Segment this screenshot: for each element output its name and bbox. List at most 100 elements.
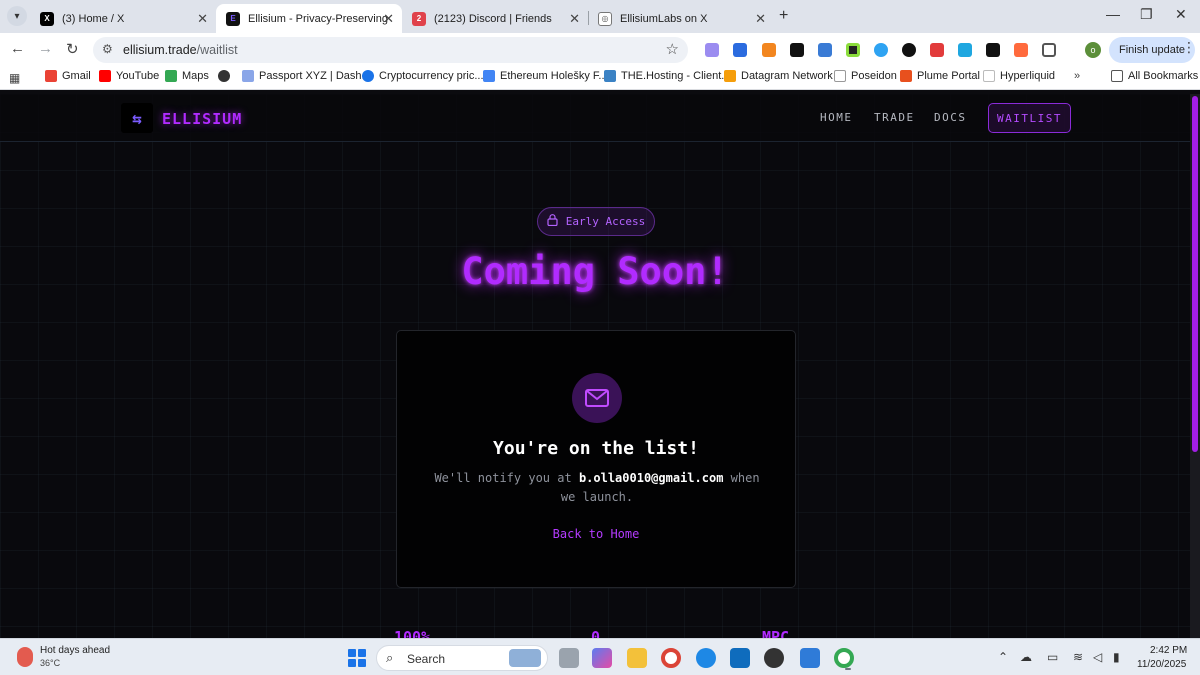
ellisium-logo-icon[interactable]: ⇆: [121, 103, 153, 133]
tab-search-button[interactable]: ▾: [7, 6, 27, 26]
extension-icon[interactable]: [958, 43, 972, 57]
close-tab-icon[interactable]: ✕: [755, 11, 766, 27]
chrome-menu-icon[interactable]: ⋮: [1182, 39, 1196, 56]
close-tab-icon[interactable]: ✕: [383, 11, 394, 27]
bookmark-youtube[interactable]: YouTube: [99, 70, 159, 82]
media-player-icon[interactable]: [764, 648, 784, 668]
windows-start-icon[interactable]: [348, 649, 366, 667]
reload-icon[interactable]: ↻: [66, 40, 79, 58]
search-label: Search: [407, 652, 446, 666]
cloud-sync-icon[interactable]: ☁: [1020, 650, 1032, 664]
extension-icon[interactable]: [846, 43, 860, 57]
copilot-icon[interactable]: [592, 648, 612, 668]
passport-icon: [242, 70, 254, 82]
bookmark-label: Gmail: [62, 70, 91, 82]
extensions-puzzle-icon[interactable]: [1042, 43, 1056, 57]
nav-home-link[interactable]: HOME: [820, 111, 853, 124]
close-window-icon[interactable]: ✕: [1175, 6, 1187, 23]
bookmarks-bar: ▦ Gmail YouTube Maps Passport XYZ | Dash…: [0, 66, 1200, 90]
extension-icon[interactable]: [818, 43, 832, 57]
minimize-icon[interactable]: —: [1106, 6, 1120, 22]
card-title: You're on the list!: [493, 438, 699, 459]
weather-temperature[interactable]: 36°C: [40, 658, 60, 668]
file-explorer-icon[interactable]: [627, 648, 647, 668]
user-email: b.olla0010@gmail.com: [578, 471, 724, 485]
tab-ellisium[interactable]: E Ellisium - Privacy-Preserving Da ✕: [216, 4, 402, 33]
extension-icon[interactable]: [1014, 43, 1028, 57]
display-icon[interactable]: ▭: [1047, 650, 1058, 664]
bookmark-hyperliquid[interactable]: Hyperliquid: [983, 70, 1055, 82]
task-view-icon[interactable]: [559, 648, 579, 668]
notepad-icon[interactable]: [800, 648, 820, 668]
show-hidden-icons-icon[interactable]: ⌃: [998, 650, 1008, 664]
bookmark-poseidon[interactable]: Poseidon: [834, 70, 897, 82]
taskbar-search[interactable]: ⌕ Search: [376, 645, 548, 671]
scrollbar-thumb[interactable]: [1192, 96, 1198, 452]
back-to-home-link[interactable]: Back to Home: [397, 527, 795, 541]
forward-icon[interactable]: →: [38, 40, 53, 57]
bookmark-maps[interactable]: Maps: [165, 70, 209, 82]
extension-icon[interactable]: [986, 43, 1000, 57]
extension-icon[interactable]: [733, 43, 747, 57]
bookmark-label: Hyperliquid: [1000, 70, 1056, 82]
site-header: ⇆ ELLISIUM HOME TRADE DOCS WAITLIST: [0, 94, 1190, 142]
address-bar[interactable]: ⚙ ellisium.trade/waitlist ☆: [93, 37, 688, 63]
bookmark-gmail[interactable]: Gmail: [45, 70, 91, 82]
edge-icon[interactable]: [696, 648, 716, 668]
battery-icon[interactable]: ▮: [1113, 650, 1120, 664]
datagram-icon: [724, 70, 736, 82]
new-tab-button[interactable]: +: [779, 7, 788, 25]
close-tab-icon[interactable]: ✕: [197, 11, 208, 27]
tab-x-home[interactable]: X (3) Home / X ✕: [30, 4, 216, 33]
bookmark-label: All Bookmarks: [1128, 70, 1199, 82]
extension-icon[interactable]: [790, 43, 804, 57]
tab-ellisiumlabs-x[interactable]: ◎ EllisiumLabs on X ✕: [588, 4, 774, 33]
weather-title[interactable]: Hot days ahead: [40, 645, 110, 656]
nav-docs-link[interactable]: DOCS: [934, 111, 967, 124]
bookmark-label: Cryptocurrency pric...: [379, 70, 484, 82]
bookmark-ethereum[interactable]: Ethereum Holešky F...: [483, 70, 608, 82]
all-bookmarks-folder[interactable]: All Bookmarks: [1111, 70, 1198, 82]
chrome-active-icon[interactable]: [834, 648, 854, 670]
site-settings-icon[interactable]: ⚙: [102, 42, 113, 56]
bookmark-label: Datagram Network: [741, 70, 833, 82]
bookmark-star-icon[interactable]: ☆: [666, 40, 679, 58]
more-bookmarks-button[interactable]: »: [1074, 70, 1080, 82]
coingecko-icon: [362, 70, 374, 82]
more-bookmarks-glyph: »: [1074, 70, 1081, 82]
wifi-extension-icon[interactable]: [874, 43, 888, 57]
tab-title: Ellisium - Privacy-Preserving Da: [248, 12, 388, 25]
bookmark-label: Plume Portal: [917, 70, 980, 82]
restore-icon[interactable]: ❐: [1140, 6, 1153, 23]
volume-muted-icon[interactable]: ◁: [1093, 650, 1102, 664]
extension-icon[interactable]: [705, 43, 719, 57]
extension-icon[interactable]: [902, 43, 916, 57]
bookmark-label: YouTube: [116, 70, 160, 82]
bookmark-crypto[interactable]: Cryptocurrency pric...: [362, 70, 484, 82]
youtube-icon: [99, 70, 111, 82]
folder-icon: [1111, 70, 1123, 82]
tab-discord[interactable]: 2 (2123) Discord | Friends ✕: [402, 4, 588, 33]
metamask-icon[interactable]: [762, 43, 776, 57]
bookmark-plume[interactable]: Plume Portal: [900, 70, 980, 82]
url-text[interactable]: ellisium.trade/waitlist: [123, 43, 238, 57]
nav-trade-link[interactable]: TRADE: [874, 111, 915, 124]
bookmark-passport[interactable]: Passport XYZ | Dash...: [242, 70, 371, 82]
chrome-icon[interactable]: [661, 648, 681, 668]
apps-grid-icon[interactable]: ▦: [9, 71, 20, 85]
plume-icon: [900, 70, 912, 82]
wifi-icon[interactable]: ≋: [1073, 650, 1083, 664]
back-icon[interactable]: ←: [10, 40, 25, 57]
bookmark-thehosting[interactable]: THE.Hosting - Client...: [604, 70, 730, 82]
brand-name[interactable]: ELLISIUM: [162, 110, 242, 128]
bookmark-globe[interactable]: [218, 70, 235, 82]
clock-time[interactable]: 2:42 PM: [1150, 645, 1187, 656]
thermometer-icon[interactable]: [17, 647, 33, 667]
close-tab-icon[interactable]: ✕: [569, 11, 580, 27]
profile-avatar[interactable]: o: [1085, 42, 1101, 58]
extension-icon[interactable]: [930, 43, 944, 57]
outlook-icon[interactable]: [730, 648, 750, 668]
bookmark-datagram[interactable]: Datagram Network: [724, 70, 833, 82]
nav-waitlist-button[interactable]: WAITLIST: [988, 103, 1071, 133]
clock-date[interactable]: 11/20/2025: [1137, 659, 1186, 670]
